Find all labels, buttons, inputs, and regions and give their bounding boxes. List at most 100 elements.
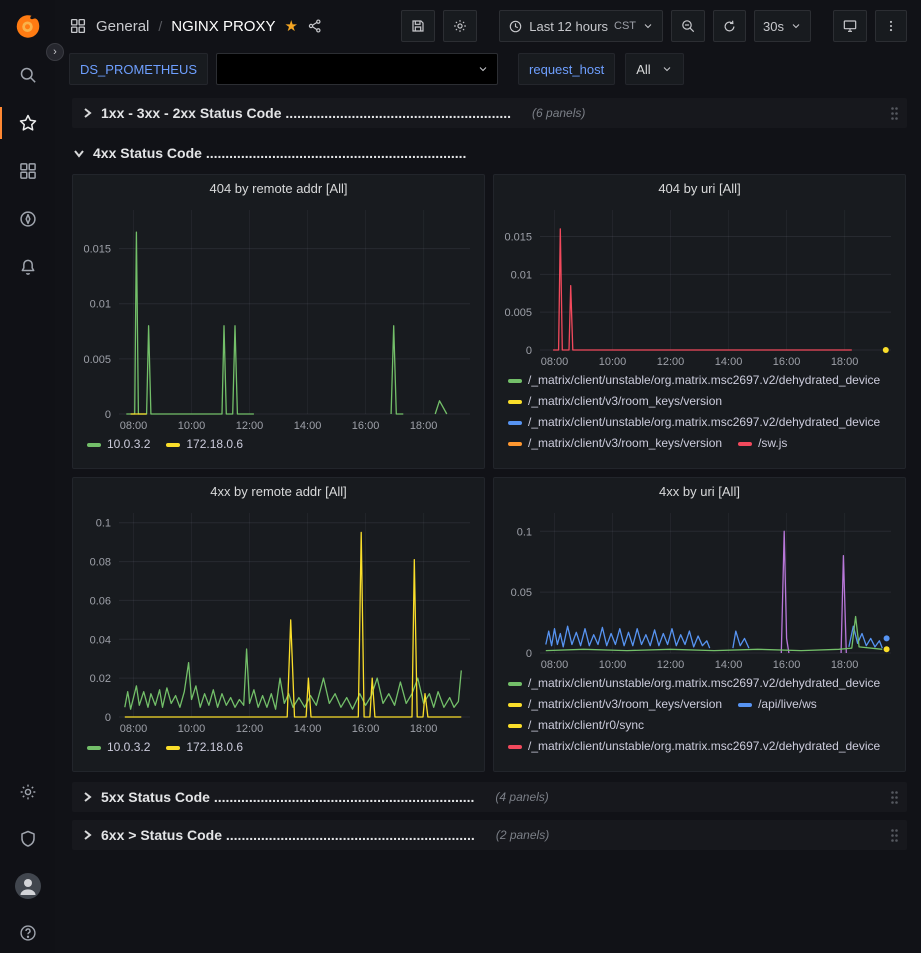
sidebar-item-starred[interactable] [0, 111, 55, 135]
chart-legend: 10.0.3.2 172.18.0.6 [73, 737, 484, 771]
sidebar-item-explore[interactable] [0, 207, 55, 231]
sidebar-item-alerting[interactable] [0, 255, 55, 279]
legend-label: 172.18.0.6 [186, 739, 243, 756]
time-series-chart[interactable]: 00.050.108:0010:0012:0014:0016:0018:00 [494, 505, 905, 673]
row-panel-count: (4 panels) [495, 790, 548, 804]
row-5xx-status-code[interactable]: 5xx Status Code ........................… [72, 782, 907, 812]
datasource-variable-select[interactable] [216, 53, 498, 85]
shield-icon [18, 829, 38, 849]
legend-item[interactable]: 10.0.3.2 [87, 739, 150, 756]
kebab-menu-icon [884, 18, 898, 34]
svg-text:0.06: 0.06 [90, 595, 111, 607]
sidebar-item-server-admin[interactable] [0, 827, 55, 851]
time-series-chart[interactable]: 00.020.040.060.080.108:0010:0012:0014:00… [73, 505, 484, 737]
legend-label: /_matrix/client/r0/sync [528, 717, 644, 734]
panel-title[interactable]: 404 by remote addr [All] [73, 175, 484, 202]
sidebar-item-profile[interactable] [0, 874, 55, 898]
legend-label: /_matrix/client/v3/room_keys/version [528, 696, 722, 713]
legend-item[interactable]: /api/live/ws [738, 696, 817, 713]
svg-text:18:00: 18:00 [831, 659, 859, 671]
sidebar-item-dashboards[interactable] [0, 159, 55, 183]
legend-label: /_matrix/client/v3/room_keys/version [528, 435, 722, 452]
apps-icon[interactable] [69, 17, 87, 35]
legend-color-swatch [508, 421, 522, 425]
row-4xx-status-code[interactable]: 4xx Status Code ........................… [72, 138, 907, 168]
row-drag-handle[interactable] [890, 828, 899, 843]
panel-title[interactable]: 4xx by uri [All] [494, 478, 905, 505]
sidebar-item-help[interactable] [0, 921, 55, 945]
svg-text:0.005: 0.005 [504, 307, 532, 319]
legend-label: /_matrix/client/unstable/org.matrix.msc2… [528, 675, 880, 692]
chevron-right-icon [80, 828, 94, 842]
chart-legend: /_matrix/client/unstable/org.matrix.msc2… [494, 673, 905, 771]
sidebar-collapse-button[interactable]: › [46, 43, 64, 61]
legend-item[interactable]: 10.0.3.2 [87, 436, 150, 453]
panel-4xx-by-remote-addr: 4xx by remote addr [All] 00.020.040.060.… [72, 477, 485, 772]
request-host-variable-select[interactable]: All [625, 53, 683, 85]
legend-item[interactable]: /sw.js [738, 435, 787, 452]
legend-item[interactable]: /_matrix/client/v3/room_keys/version [508, 435, 722, 452]
chevron-down-icon [642, 20, 654, 32]
refresh-interval-label: 30s [763, 19, 784, 34]
time-series-chart[interactable]: 00.0050.010.01508:0010:0012:0014:0016:00… [494, 202, 905, 370]
legend-item[interactable]: /_matrix/client/v3/room_keys/version [508, 393, 722, 410]
legend-label: /_matrix/client/v3/room_keys/version [528, 393, 722, 410]
chevron-down-icon [790, 20, 802, 32]
legend-item[interactable]: /_matrix/client/unstable/org.matrix.msc2… [508, 372, 880, 389]
more-options-button[interactable] [875, 10, 907, 42]
favorite-star-icon[interactable]: ★ [284, 17, 297, 35]
legend-label: /api/live/ws [758, 696, 817, 713]
breadcrumb-dashboard-title[interactable]: NGINX PROXY [171, 18, 275, 35]
legend-item[interactable]: /_matrix/client/v3/room_keys/version [508, 696, 722, 713]
refresh-interval-dropdown[interactable]: 30s [754, 10, 811, 42]
legend-label: /_matrix/client/unstable/org.matrix.msc2… [528, 738, 880, 755]
legend-item[interactable]: 172.18.0.6 [166, 739, 243, 756]
time-series-chart[interactable]: 00.0050.010.01508:0010:0012:0014:0016:00… [73, 202, 484, 434]
svg-text:14:00: 14:00 [294, 420, 322, 432]
top-bar: General / NGINX PROXY ★ Last 12 hours [55, 0, 921, 52]
save-dashboard-button[interactable] [401, 10, 435, 42]
row-drag-handle[interactable] [890, 106, 899, 121]
svg-text:0.005: 0.005 [83, 354, 111, 366]
row-drag-handle[interactable] [890, 790, 899, 805]
sidebar-item-search[interactable] [0, 63, 55, 87]
dashboard-variables-bar: DS_PROMETHEUS request_host All [55, 52, 921, 90]
sidebar-item-configuration[interactable] [0, 780, 55, 804]
share-icon[interactable] [307, 18, 323, 34]
row-6xx-status-code[interactable]: 6xx > Status Code ......................… [72, 820, 907, 850]
zoom-out-button[interactable] [671, 10, 705, 42]
legend-item[interactable]: /_matrix/client/unstable/org.matrix.msc2… [508, 675, 880, 692]
chart-svg: 00.020.040.060.080.108:0010:0012:0014:00… [73, 505, 484, 737]
svg-text:08:00: 08:00 [541, 356, 569, 368]
tv-mode-button[interactable] [833, 10, 867, 42]
svg-text:0.08: 0.08 [90, 557, 111, 569]
drag-dots-icon [890, 790, 899, 805]
refresh-button[interactable] [713, 10, 746, 42]
breadcrumb-section[interactable]: General [96, 18, 149, 35]
legend-color-swatch [508, 400, 522, 404]
legend-item[interactable]: /_matrix/client/r0/sync [508, 717, 644, 734]
grafana-logo[interactable] [12, 9, 44, 41]
dashboard-settings-button[interactable] [443, 10, 477, 42]
request-host-variable-value: All [636, 62, 650, 77]
breadcrumb-separator: / [158, 18, 162, 34]
chart-svg: 00.0050.010.01508:0010:0012:0014:0016:00… [494, 202, 905, 370]
panel-404-by-uri: 404 by uri [All] 00.0050.010.01508:0010:… [493, 174, 906, 469]
svg-text:10:00: 10:00 [178, 723, 206, 735]
legend-item[interactable]: 172.18.0.6 [166, 436, 243, 453]
svg-text:12:00: 12:00 [657, 356, 685, 368]
panel-title[interactable]: 404 by uri [All] [494, 175, 905, 202]
legend-item[interactable]: /_matrix/client/unstable/org.matrix.msc2… [508, 738, 880, 755]
svg-text:08:00: 08:00 [120, 723, 148, 735]
legend-color-swatch [508, 682, 522, 686]
panel-title[interactable]: 4xx by remote addr [All] [73, 478, 484, 505]
time-range-picker[interactable]: Last 12 hours CST [499, 10, 663, 42]
clock-icon [508, 19, 523, 34]
legend-item[interactable]: /_matrix/client/unstable/org.matrix.msc2… [508, 414, 880, 431]
legend-color-swatch [508, 442, 522, 446]
svg-text:0.1: 0.1 [517, 526, 532, 538]
chevron-right-icon [80, 106, 94, 120]
time-range-label: Last 12 hours [529, 19, 608, 34]
row-1xx-3xx-2xx[interactable]: 1xx - 3xx - 2xx Status Code ............… [72, 98, 907, 128]
panel-404-by-remote-addr: 404 by remote addr [All] 00.0050.010.015… [72, 174, 485, 469]
